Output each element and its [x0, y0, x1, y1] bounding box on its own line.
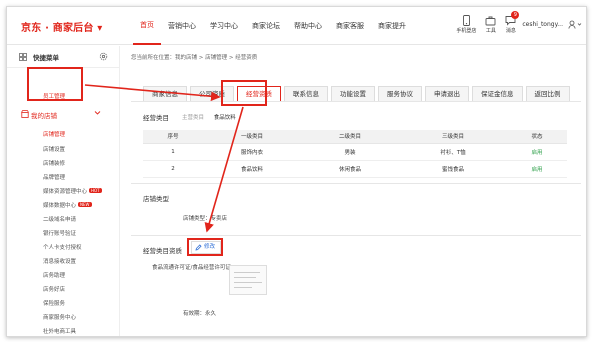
quick-menu-title: 快捷菜单	[33, 54, 59, 62]
store-type-title: 店铺类型	[143, 195, 169, 203]
nav-help[interactable]: 帮助中心	[287, 7, 329, 45]
annotation-highlight-edit	[187, 238, 223, 256]
tab-service-agreement[interactable]: 服务协议	[378, 86, 422, 101]
sidebar-item-message-settings[interactable]: 消息接收设置	[43, 257, 76, 265]
category-table: 序号 一级类目 二级类目 三级类目 状态 1 服饰内衣 男装 衬衫、T恤 启用 …	[143, 130, 567, 178]
header-tools: 手机登店 工具 9 消息 ceshi_tongy...	[447, 7, 582, 45]
table-row: 2 食品饮料 休闲食品 蜜饯食品 启用	[143, 160, 567, 178]
license-image-thumbnail[interactable]	[229, 265, 267, 295]
sub-tab-main-category[interactable]: 主营类目	[182, 115, 204, 121]
sidebar-item-brand-management[interactable]: 品牌管理	[43, 173, 65, 181]
sidebar-item-bank-verify[interactable]: 银行账号验证	[43, 229, 76, 237]
tab-underline	[131, 101, 581, 102]
sidebar-item-store-assistant[interactable]: 店务助理	[43, 271, 65, 279]
category-section-title: 经营类目	[143, 114, 169, 122]
table-header-row: 序号 一级类目 二级类目 三级类目 状态	[143, 130, 567, 144]
sidebar-item-insurance[interactable]: 保险服务	[43, 299, 65, 307]
column-header: 序号	[143, 130, 203, 144]
sidebar-item-subdomain[interactable]: 二级域名申请	[43, 215, 76, 223]
tab-bar: 商家信息 公司资质 经营资质 联系信息 功能设置 服务协议 申请退出 保证金信息…	[143, 86, 573, 101]
status-cell: 启用	[507, 143, 567, 161]
nav-improve[interactable]: 商家提升	[371, 7, 413, 45]
messages-button[interactable]: 9 消息	[505, 11, 520, 34]
tool-label: 手机登店	[456, 28, 477, 34]
tab-apply-exit[interactable]: 申请退出	[425, 86, 469, 101]
column-header: 一级类目	[203, 130, 301, 144]
store-icon	[21, 110, 29, 118]
category-sub-tabs: 主营类目 食品饮料	[182, 113, 244, 121]
tab-merchant-info[interactable]: 商家信息	[143, 86, 187, 101]
annotation-highlight-tab	[221, 80, 267, 106]
nav-forum[interactable]: 商家论坛	[245, 7, 287, 45]
table-cell: 男装	[301, 143, 399, 161]
table-cell: 蜜饯食品	[399, 160, 507, 178]
validity-value: 有效期：永久	[183, 311, 217, 317]
qualification-title: 经营类目资质	[143, 247, 182, 255]
column-header: 二级类目	[301, 130, 399, 144]
table-cell: 休闲食品	[301, 160, 399, 178]
sidebar-item-media-resources[interactable]: 媒体资源管理中心 HOT	[43, 187, 102, 195]
new-badge: NEW	[78, 202, 92, 207]
table-row: 1 服饰内衣 男装 衬衫、T恤 启用	[143, 143, 567, 161]
sidebar-item-store-management[interactable]: 店铺管理	[43, 130, 65, 138]
sidebar-item-store-settings[interactable]: 店铺设置	[43, 145, 65, 153]
license-label: 食品流通许可证/食品经营许可证：	[152, 265, 237, 271]
sidebar-item-label: 媒体数据中心	[43, 203, 77, 209]
table-cell: 食品饮料	[203, 160, 301, 178]
table-cell: 1	[143, 143, 203, 161]
store-type-value: 店铺类型：专卖店	[183, 216, 228, 222]
top-navigation-bar: 京东 · 商家后台 ▾ 首页 营销中心 学习中心 商家论坛 帮助中心 商家客服 …	[7, 7, 586, 45]
mobile-icon	[462, 15, 470, 26]
chevron-down-icon[interactable]	[93, 108, 102, 117]
status-cell: 启用	[507, 160, 567, 178]
tool-label: 工具	[485, 28, 496, 34]
brand-logo[interactable]: 京东 · 商家后台 ▾	[21, 19, 102, 34]
sidebar-item-store-decoration[interactable]: 店铺装修	[43, 159, 65, 167]
hot-badge: HOT	[89, 188, 102, 193]
sub-tab-food-beverage[interactable]: 食品饮料	[214, 115, 236, 121]
toolbox-icon	[485, 16, 496, 26]
column-header: 状态	[507, 130, 567, 144]
tool-label: 消息	[505, 28, 516, 34]
column-header: 三级类目	[399, 130, 507, 144]
section-divider	[131, 235, 581, 236]
section-divider	[131, 183, 581, 184]
breadcrumb: 您当前所在位置：我的店铺 > 店铺管理 > 经营资质	[131, 55, 258, 61]
sidebar-item-media-data[interactable]: 媒体数据中心 NEW	[43, 201, 92, 209]
tab-contact-info[interactable]: 联系信息	[284, 86, 328, 101]
mobile-store-button[interactable]: 手机登店	[456, 15, 476, 34]
sidebar-group-my-store[interactable]: 我的店铺	[31, 110, 57, 120]
table-cell: 服饰内衣	[203, 143, 301, 161]
user-icon[interactable]	[568, 20, 582, 29]
grid-icon	[19, 53, 27, 61]
table-cell: 2	[143, 160, 203, 178]
sidebar-item-good-store[interactable]: 店务好店	[43, 285, 65, 293]
nav-learning[interactable]: 学习中心	[203, 7, 245, 45]
quick-menu-header: 快捷菜单	[7, 46, 120, 68]
sidebar-item-label: 媒体资源管理中心	[43, 189, 88, 195]
message-count-badge: 9	[511, 11, 520, 19]
tools-button[interactable]: 工具	[485, 15, 496, 34]
tab-return-ratio[interactable]: 返回比例	[525, 86, 570, 101]
tab-function-settings[interactable]: 功能设置	[331, 86, 375, 101]
gear-icon[interactable]	[99, 52, 108, 61]
nav-home[interactable]: 首页	[133, 7, 161, 45]
nav-marketing[interactable]: 营销中心	[161, 7, 203, 45]
table-cell: 衬衫、T恤	[399, 143, 507, 161]
screenshot-frame: 京东 · 商家后台 ▾ 首页 营销中心 学习中心 商家论坛 帮助中心 商家客服 …	[6, 6, 587, 337]
username[interactable]: ceshi_tongy...	[522, 21, 563, 28]
annotation-highlight-sidebar	[27, 67, 83, 101]
sidebar-item-service-center[interactable]: 商家服务中心	[43, 313, 76, 321]
sidebar-item-personal-card[interactable]: 个人卡支付授权	[43, 243, 82, 251]
main-nav: 首页 营销中心 学习中心 商家论坛 帮助中心 商家客服 商家提升	[133, 7, 413, 45]
tab-deposit-info[interactable]: 保证金信息	[472, 86, 523, 101]
nav-service[interactable]: 商家客服	[329, 7, 371, 45]
sidebar-item-ecommerce-tools[interactable]: 社外电商工具	[43, 327, 76, 335]
